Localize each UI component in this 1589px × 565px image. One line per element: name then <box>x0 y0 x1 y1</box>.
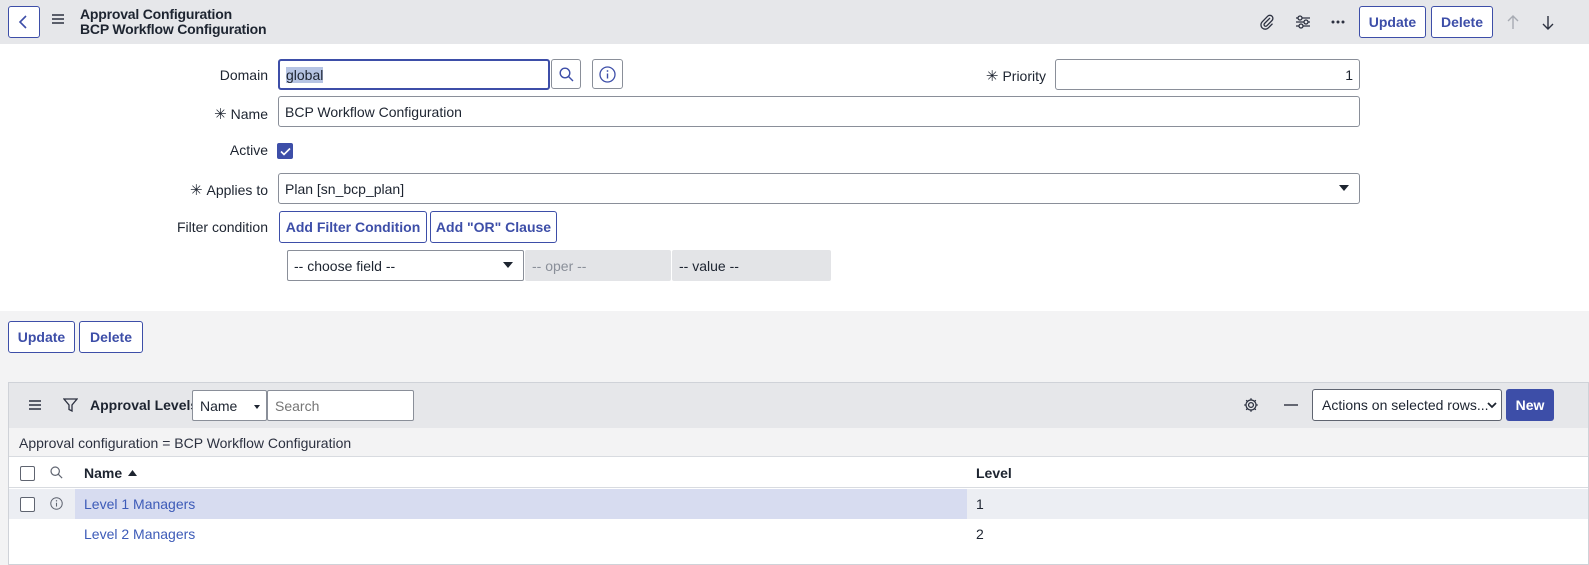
context-menu-icon[interactable] <box>52 14 64 24</box>
actions-on-selected-rows-select[interactable]: Actions on selected rows... <box>1312 389 1502 421</box>
filter-condition-label: Filter condition <box>176 219 268 235</box>
priority-value: 1 <box>1345 66 1353 83</box>
search-input[interactable] <box>267 390 414 421</box>
chevron-down-icon <box>1487 402 1497 409</box>
row-name-link[interactable]: Level 2 Managers <box>84 526 195 542</box>
active-label: Active <box>229 142 268 158</box>
domain-info-button[interactable] <box>592 59 623 89</box>
required-icon: ✳ <box>189 182 203 199</box>
page-title-line1: Approval Configuration <box>80 6 232 22</box>
search-field-select[interactable]: Name <box>192 390 267 421</box>
name-input[interactable]: BCP Workflow Configuration <box>278 96 1360 127</box>
applies-to-select[interactable]: Plan [sn_bcp_plan] <box>278 173 1360 204</box>
collapse-minus-icon[interactable] <box>1284 404 1298 406</box>
domain-input[interactable]: global <box>278 59 550 90</box>
gear-icon[interactable] <box>1243 397 1259 413</box>
name-label-text: Name <box>230 106 268 122</box>
priority-label: ✳ Priority <box>960 67 1046 85</box>
column-search-icon[interactable] <box>50 466 63 479</box>
new-button[interactable]: New <box>1506 389 1554 421</box>
header-update-button[interactable]: Update <box>1359 6 1426 38</box>
column-header-name-label: Name <box>84 465 123 481</box>
filter-icon[interactable] <box>63 398 78 412</box>
value-input[interactable]: -- value -- <box>672 250 831 281</box>
domain-value: global <box>286 66 324 83</box>
value-value: -- value -- <box>679 257 739 274</box>
domain-lookup-button[interactable] <box>551 59 581 89</box>
row-name-cell[interactable]: Level 2 Managers <box>75 519 967 549</box>
sort-ascending-icon <box>128 470 138 476</box>
add-or-clause-button[interactable]: Add "OR" Clause <box>430 211 557 243</box>
chevron-left-icon <box>18 15 27 29</box>
priority-input[interactable]: 1 <box>1055 59 1360 90</box>
row-info-icon[interactable] <box>50 497 63 510</box>
breadcrumb[interactable]: Approval configuration = BCP Workflow Co… <box>9 428 1588 457</box>
record-form: Domain global ✳ Priority 1 ✳ Name BCP Work… <box>0 44 1589 311</box>
oper-value: -- oper -- <box>532 257 587 274</box>
form-delete-button[interactable]: Delete <box>79 321 143 353</box>
add-filter-condition-button[interactable]: Add Filter Condition <box>279 211 427 243</box>
back-button[interactable] <box>8 6 40 38</box>
column-header-name[interactable]: Name <box>84 465 138 481</box>
page-title: Approval Configuration BCP Workflow Conf… <box>80 6 267 37</box>
select-all-checkbox[interactable] <box>20 466 35 481</box>
chevron-down-icon <box>1339 185 1349 191</box>
oper-select[interactable]: -- oper -- <box>525 250 671 281</box>
more-options-icon[interactable] <box>1328 12 1348 32</box>
related-list-toolbar: Approval Levels Name Actions on selected… <box>9 383 1588 428</box>
paperclip-icon[interactable] <box>1257 12 1277 32</box>
personalize-sliders-icon[interactable] <box>1293 12 1313 32</box>
required-icon: ✳ <box>214 106 227 123</box>
table-row[interactable]: Level 2 Managers 2 <box>9 519 1588 549</box>
row-level-cell: 1 <box>976 496 984 512</box>
row-checkbox[interactable] <box>20 497 35 512</box>
chevron-down-icon <box>254 405 260 409</box>
table-header-row: Name Level <box>9 458 1588 488</box>
priority-label-text: Priority <box>1002 68 1046 84</box>
applies-to-value: Plan [sn_bcp_plan] <box>285 180 405 197</box>
name-label: ✳ Name <box>180 105 268 123</box>
active-checkbox[interactable] <box>277 143 293 159</box>
table-row[interactable]: Level 1 Managers 1 <box>9 489 1588 519</box>
checkmark-icon <box>279 147 291 156</box>
form-header: Approval Configuration BCP Workflow Conf… <box>0 0 1589 44</box>
domain-label: Domain <box>219 67 268 83</box>
breadcrumb-text: Approval configuration = BCP Workflow Co… <box>19 435 352 451</box>
search-icon <box>558 66 573 81</box>
row-name-cell[interactable]: Level 1 Managers <box>75 489 967 519</box>
arrow-down-icon[interactable] <box>1538 12 1558 32</box>
actions-select-value: Actions on selected rows... <box>1322 397 1489 413</box>
related-list-title: Approval Levels <box>90 397 199 413</box>
chevron-down-icon <box>503 262 513 268</box>
name-value: BCP Workflow Configuration <box>285 103 462 120</box>
row-name-link[interactable]: Level 1 Managers <box>84 496 195 512</box>
applies-to-label: ✳ Applies to <box>150 181 268 199</box>
info-icon <box>599 65 616 83</box>
arrow-up-icon[interactable] <box>1503 12 1523 32</box>
choose-field-select[interactable]: -- choose field -- <box>287 250 524 281</box>
list-menu-icon[interactable] <box>29 400 41 410</box>
row-level-cell: 2 <box>976 526 984 542</box>
approval-levels-related-list: Approval Levels Name Actions on selected… <box>8 382 1589 565</box>
required-icon: ✳ <box>985 68 999 85</box>
search-field-value: Name <box>200 397 238 414</box>
page-title-line2: BCP Workflow Configuration <box>80 21 267 37</box>
choose-field-value: -- choose field -- <box>294 257 396 274</box>
header-delete-button[interactable]: Delete <box>1431 6 1493 38</box>
form-update-button[interactable]: Update <box>8 321 75 353</box>
applies-to-label-text: Applies to <box>206 182 268 198</box>
column-header-level[interactable]: Level <box>976 465 1012 481</box>
